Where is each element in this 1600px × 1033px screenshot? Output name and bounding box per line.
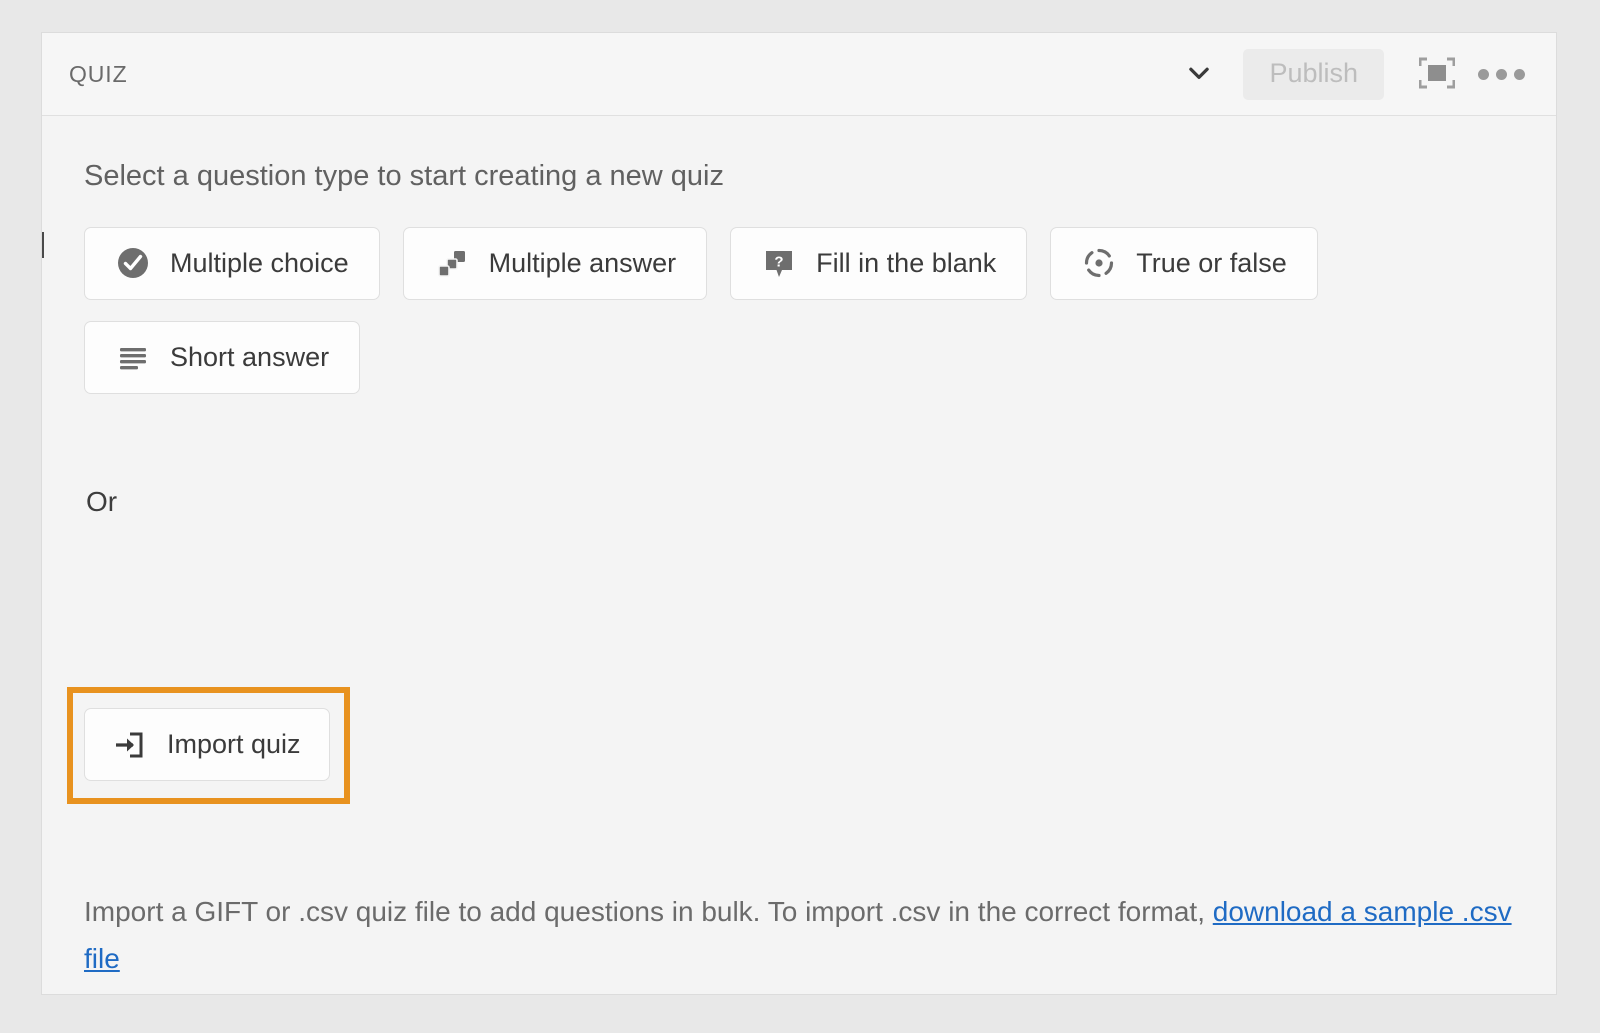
question-type-label: Fill in the blank (816, 247, 997, 278)
quiz-panel-header: QUIZ Publish (42, 33, 1556, 116)
question-type-true-or-false[interactable]: True or false (1050, 226, 1318, 300)
chevron-down-icon (1184, 58, 1214, 91)
header-actions: Publish (1173, 48, 1526, 100)
more-options-button[interactable] (1476, 49, 1526, 99)
import-arrow-icon (111, 727, 147, 763)
or-separator-label: Or (86, 485, 118, 517)
text-lines-icon (115, 339, 151, 375)
collapse-panel-button[interactable] (1173, 48, 1225, 100)
svg-text:?: ? (775, 254, 784, 271)
target-dot-icon (1081, 245, 1117, 281)
import-quiz-button[interactable]: Import quiz (84, 708, 330, 781)
question-callout-icon: ? (761, 245, 797, 281)
stacked-squares-icon (434, 245, 470, 281)
question-type-label: Multiple answer (488, 247, 677, 278)
import-description-text: Import a GIFT or .csv quiz file to add q… (84, 896, 1213, 927)
question-type-label: Multiple choice (170, 247, 349, 278)
check-circle-icon (115, 245, 151, 281)
page-title: QUIZ (69, 60, 128, 87)
more-options-icon (1477, 68, 1525, 80)
question-type-row-1: Multiple choice Multiple answer ? Fill i… (84, 226, 1556, 300)
question-type-short-answer[interactable]: Short answer (84, 320, 361, 394)
quiz-panel: QUIZ Publish Select a question type to s… (41, 32, 1557, 995)
quiz-panel-body: Select a question type to start creating… (42, 116, 1556, 994)
question-type-multiple-answer[interactable]: Multiple answer (402, 226, 708, 300)
question-type-multiple-choice[interactable]: Multiple choice (84, 226, 380, 300)
publish-button[interactable]: Publish (1243, 48, 1384, 100)
question-type-fill-in-the-blank[interactable]: ? Fill in the blank (730, 226, 1028, 300)
prompt-text: Select a question type to start creating… (84, 160, 724, 192)
fullscreen-button[interactable] (1412, 49, 1462, 99)
fullscreen-icon (1418, 57, 1456, 92)
import-description: Import a GIFT or .csv quiz file to add q… (84, 888, 1532, 982)
question-type-label: True or false (1136, 247, 1287, 278)
panel-resize-handle-top[interactable] (42, 232, 44, 258)
question-type-label: Short answer (170, 341, 330, 372)
question-type-row-2: Short answer (84, 320, 1556, 394)
import-quiz-label: Import quiz (167, 729, 301, 759)
